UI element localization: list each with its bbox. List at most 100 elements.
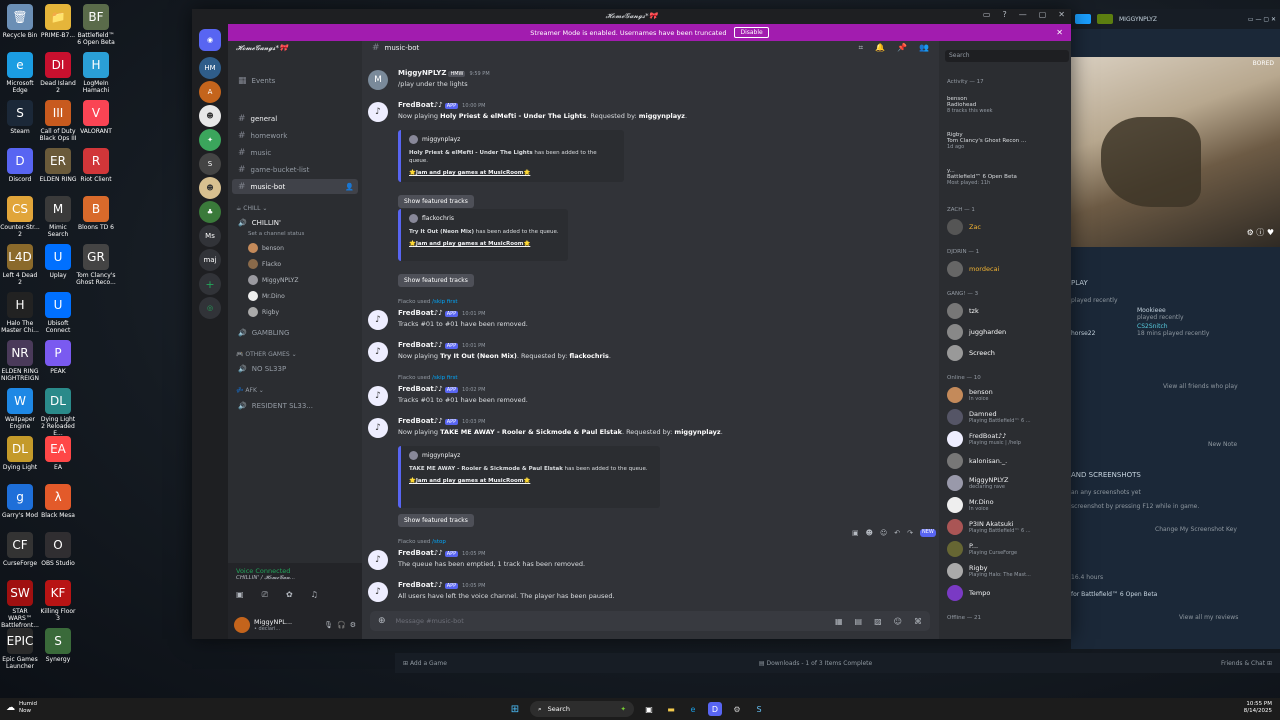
edge-icon[interactable]: e xyxy=(686,702,700,716)
message-author[interactable]: FredBoat♪♪ xyxy=(398,385,443,393)
voice-status-hint[interactable]: Set a channel status xyxy=(248,231,304,237)
desktop-icon[interactable]: CS Counter-Str... 2 xyxy=(0,196,40,238)
add-member-icon[interactable]: 👤 xyxy=(345,183,354,191)
desktop-icon[interactable]: GR Tom Clancy's Ghost Reco... xyxy=(76,244,116,286)
category-afk[interactable]: 💤 AFK ⌄ xyxy=(236,387,264,394)
desktop-icon[interactable]: U Ubisoft Connect xyxy=(38,292,78,334)
desktop-icon[interactable]: g Garry's Mod xyxy=(0,484,40,519)
desktop-icon[interactable]: U Uplay xyxy=(38,244,78,279)
desktop-icon[interactable]: W Wallpaper Engine xyxy=(0,388,40,430)
file-explorer-icon[interactable]: ▬ xyxy=(664,702,678,716)
activity-card[interactable]: benson Radiohead 8 tracks this week xyxy=(947,96,1065,114)
desktop-icon[interactable]: EPIC Epic Games Launcher xyxy=(0,628,40,670)
voice-channel-chillin[interactable]: 🔊 CHILLIN' xyxy=(232,215,358,230)
desktop-icon[interactable]: M Mimic Search xyxy=(38,196,78,238)
avatar[interactable]: ♪ xyxy=(368,386,388,406)
member-item[interactable]: benson In voice xyxy=(947,387,1065,403)
explore-icon[interactable]: ◎ xyxy=(199,297,221,319)
disable-button[interactable]: Disable xyxy=(734,27,769,38)
server-icon[interactable]: maj xyxy=(199,249,221,271)
threads-icon[interactable]: ⌗ xyxy=(859,43,864,53)
guild-header[interactable]: 𝓗𝓸𝓶𝓮𝓖𝓪𝓷𝓰𝓼*🎀 xyxy=(228,41,362,57)
desktop-icon[interactable]: L4D Left 4 Dead 2 xyxy=(0,244,40,286)
add-server-icon[interactable]: + xyxy=(199,273,221,295)
gift-icon[interactable]: ▦ xyxy=(835,617,843,626)
task-view-icon[interactable]: ▣ xyxy=(642,702,656,716)
add-game-button[interactable]: ⊞ Add a Game xyxy=(403,660,447,667)
avatar[interactable]: M xyxy=(368,70,388,90)
desktop-icon[interactable]: S Steam xyxy=(0,100,40,135)
member-item[interactable]: Zac xyxy=(947,219,1065,235)
member-item[interactable]: Mr.Dino In voice xyxy=(947,497,1065,513)
desktop-icon[interactable]: S Synergy xyxy=(38,628,78,663)
desktop-icon[interactable]: O OBS Studio xyxy=(38,532,78,567)
message-author[interactable]: FredBoat♪♪ xyxy=(398,309,443,317)
member-item[interactable]: MiggyNPLYZ declaring rave xyxy=(947,475,1065,491)
server-icon[interactable]: ✦ xyxy=(199,129,221,151)
activity-card[interactable]: y... Battlefield™ 6 Open Beta Most played:… xyxy=(947,168,1065,186)
friend-name-3[interactable]: horse22 xyxy=(1071,330,1095,337)
mic-icon[interactable]: 🎙 xyxy=(324,621,333,629)
dm-home-icon[interactable]: ◉ xyxy=(199,29,221,51)
channel-game-bucket-list[interactable]: # game-bucket-list xyxy=(232,162,358,177)
activity-card[interactable]: Rigby Tom Clancy's Ghost Recon ... 1d ago xyxy=(947,132,1065,150)
message-author[interactable]: FredBoat♪♪ xyxy=(398,101,443,109)
desktop-icon[interactable]: BF Battlefield™ 6 Open Beta xyxy=(76,4,116,46)
voice-user[interactable]: Mr.Dino xyxy=(248,291,285,301)
desktop-icon[interactable]: B Bloons TD 6 xyxy=(76,196,116,231)
view-reviews-link[interactable]: View all my reviews xyxy=(1179,614,1238,621)
command-link[interactable]: /skip first xyxy=(432,299,457,305)
desktop-icon[interactable]: DL Dying Light 2 Reloaded E... xyxy=(38,388,78,437)
member-item[interactable]: Screech xyxy=(947,345,1065,361)
settings-gear-icon[interactable]: ⚙ xyxy=(350,621,356,629)
desktop-icon[interactable]: DI Dead Island 2 xyxy=(38,52,78,94)
member-item[interactable]: juggharden xyxy=(947,324,1065,340)
embed-author[interactable]: miggynplayz xyxy=(422,136,460,143)
avatar[interactable]: ♪ xyxy=(368,418,388,438)
reply-icon[interactable]: ↶ xyxy=(894,529,900,537)
desktop-icon[interactable]: III Call of Duty Black Ops III xyxy=(38,100,78,142)
apps-icon[interactable]: ⌘ xyxy=(914,617,922,626)
taskbar-search[interactable]: ⌕ Search ✦ xyxy=(530,701,634,717)
voice-user[interactable]: Rigby xyxy=(248,307,279,317)
desktop-icon[interactable]: ER ELDEN RING xyxy=(38,148,78,183)
steam-broadcast-icon[interactable] xyxy=(1075,14,1091,24)
voice-user[interactable]: benson xyxy=(248,243,284,253)
desktop-icon[interactable]: KF Killing Floor 3 xyxy=(38,580,78,622)
server-icon[interactable]: A xyxy=(199,81,221,103)
channel-music-bot[interactable]: # music-bot 👤 xyxy=(232,179,358,194)
member-item[interactable]: Tempo xyxy=(947,585,1065,601)
desktop-icon[interactable]: NR ELDEN RING NIGHTREIGN xyxy=(0,340,40,382)
message-author[interactable]: FredBoat♪♪ xyxy=(398,549,443,557)
member-item[interactable]: FredBoat♪♪ Playing music | /help xyxy=(947,431,1065,447)
steam-notify-icon[interactable] xyxy=(1097,14,1113,24)
show-featured-tracks-button[interactable]: Show featured tracks xyxy=(398,195,474,208)
events-item[interactable]: ▦ Events xyxy=(232,73,358,88)
member-item[interactable]: P... Playing CurseForge xyxy=(947,541,1065,557)
desktop-icon[interactable]: e Microsoft Edge xyxy=(0,52,40,94)
desktop-icon[interactable]: 🗑 Recycle Bin xyxy=(0,4,40,39)
desktop-icon[interactable]: λ Black Mesa xyxy=(38,484,78,519)
view-friends-link[interactable]: View all friends who play xyxy=(1163,383,1238,390)
change-screenshot-key[interactable]: Change My Screenshot Key xyxy=(1155,526,1237,533)
category-other-games[interactable]: 🎮 OTHER GAMES ⌄ xyxy=(236,351,297,358)
desktop-icon[interactable]: R Riot Client xyxy=(76,148,116,183)
member-item[interactable]: P3IN Akatsuki Playing Battlefield™ 6 ... xyxy=(947,519,1065,535)
system-clock[interactable]: 10:55 PM 8/14/2025 xyxy=(1244,701,1272,715)
server-icon[interactable]: ☻ xyxy=(199,105,221,127)
friends-chat-button[interactable]: Friends & Chat ⊞ xyxy=(1221,660,1272,667)
start-windows-icon[interactable]: ⊞ xyxy=(508,702,522,716)
desktop-icon[interactable]: 📁 PRIME-B7... xyxy=(38,4,78,39)
message-author[interactable]: FredBoat♪♪ xyxy=(398,581,443,589)
weather-widget[interactable]: ☁ Humid Now xyxy=(6,701,37,715)
steam-user[interactable]: MIGGYNPLYZ xyxy=(1119,16,1157,23)
member-item[interactable]: Damned Playing Battlefield™ 6 ... xyxy=(947,409,1065,425)
attach-plus-icon[interactable]: ⊕ xyxy=(378,616,386,626)
message-composer[interactable]: ⊕ Message #music-bot ▦ ▤ ▨ ☺ ⌘ xyxy=(370,611,930,631)
self-name[interactable]: MiggyNPL... xyxy=(254,618,320,626)
voice-channel-gambling[interactable]: 🔊 GAMBLING xyxy=(232,325,358,340)
soundboard-icon[interactable]: ♫ xyxy=(311,590,318,600)
embed-link[interactable]: 🌟Jam and play games at MusicRoom🌟 xyxy=(409,241,560,247)
desktop-icon[interactable]: D Discord xyxy=(0,148,40,183)
avatar[interactable]: ♪ xyxy=(368,342,388,362)
